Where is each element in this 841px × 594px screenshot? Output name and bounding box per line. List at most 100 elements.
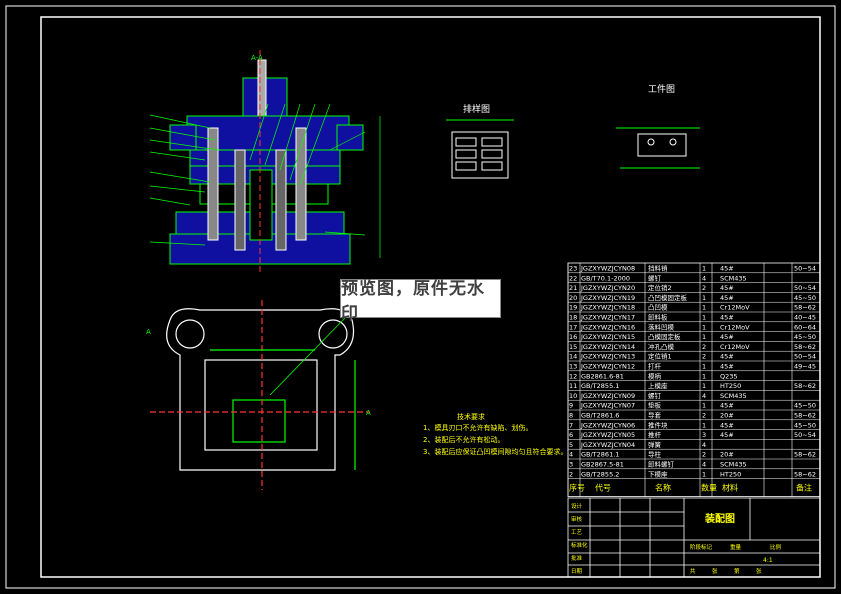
bom-cell-no: 18 (569, 314, 577, 322)
title-block-sub-label: 比例 (770, 543, 782, 551)
bom-cell-material: 20# (720, 451, 734, 459)
bom-cell-no: 19 (569, 304, 577, 312)
bom-header-cell: 代号 (595, 483, 611, 493)
bom-cell-code: GB2867.5-81 (581, 461, 624, 469)
bom-cell-material: 45# (720, 265, 734, 273)
bom-cell-qty: 1 (702, 382, 706, 390)
tech-req-item: 2、装配后不允许有松动。 (423, 435, 504, 444)
bom-cell-code: JGZXYWZJCYN19 (580, 294, 635, 302)
part-drawing-title: 工件图 (648, 83, 675, 95)
bom-cell-name: 弹簧 (648, 440, 662, 449)
bom-cell-note: 58~62 (794, 412, 816, 420)
bom-cell-no: 20 (569, 294, 577, 302)
bom-cell-name: 导套 (648, 411, 662, 420)
bom-cell-note: 45~50 (794, 421, 816, 429)
bom-cell-no: 17 (569, 323, 577, 331)
bom-cell-note: 45~50 (794, 294, 816, 302)
bom-cell-material: SCM435 (720, 461, 747, 469)
bom-cell-name: 定位销2 (648, 283, 672, 292)
bom-cell-no: 7 (569, 421, 573, 429)
bom-cell-note: 58~62 (794, 470, 816, 478)
bom-cell-qty: 1 (702, 372, 706, 380)
strip-layout (446, 119, 514, 179)
bom-cell-material: 45# (720, 431, 734, 439)
bom-cell-code: GB/T2855.2 (581, 470, 619, 478)
scale-value: 4:1 (763, 557, 773, 564)
bom-cell-qty: 3 (702, 431, 706, 439)
title-block-label: 工艺 (571, 529, 583, 536)
bom-header-cell: 材料 (722, 483, 738, 493)
section-label: A-A (251, 54, 263, 62)
bom-cell-note: 50~54 (794, 353, 816, 361)
bom-cell-material: 45# (720, 353, 734, 361)
section-view (149, 50, 381, 272)
watermark-overlay: 预览图，原件无水印 (340, 279, 501, 324)
title-block-sheet-label: 共 (690, 567, 696, 575)
title-block-label: 批准 (571, 554, 583, 562)
bom-cell-qty: 4 (702, 441, 706, 449)
bom-cell-code: GB/T2861.6 (581, 412, 619, 420)
bom-cell-note: 58~62 (794, 382, 816, 390)
title-block-sheet-label: 张 (712, 567, 718, 575)
bom-cell-no: 8 (569, 412, 573, 420)
bom-cell-no: 16 (569, 333, 577, 341)
title-block-sheet-label: 张 (756, 567, 762, 575)
bom-cell-no: 10 (569, 392, 577, 400)
bom-cell-qty: 1 (702, 402, 706, 410)
bom-cell-material: HT250 (720, 382, 741, 390)
bom-cell-qty: 1 (702, 314, 706, 322)
bom-cell-note: 45~50 (794, 333, 816, 341)
bom-cell-qty: 2 (702, 412, 706, 420)
title-block-sub-label: 重量 (730, 543, 742, 551)
bom-cell-note: 60~64 (794, 323, 816, 331)
bom-cell-note: 50~54 (794, 431, 816, 439)
guide-pillar-right (295, 127, 307, 241)
bom-cell-qty: 4 (702, 461, 706, 469)
bom-header-cell: 备注 (796, 483, 812, 493)
title-block-sub-label: 阶段标记 (690, 543, 713, 551)
bom-cell-qty: 1 (702, 470, 706, 478)
bom-cell-no: 2 (569, 470, 573, 478)
bom-cell-no: 9 (569, 402, 573, 410)
bom-cell-code: GB2861.6-81 (581, 372, 624, 380)
bom-cell-code: GB/T2861.1 (581, 451, 619, 459)
title-block-label: 标准化 (571, 541, 588, 549)
bom-cell-name: 模柄 (648, 371, 662, 380)
bom-cell-note: 50~54 (794, 284, 816, 292)
bom-cell-note: 58~62 (794, 451, 816, 459)
bom-cell-no: 11 (569, 382, 577, 390)
bom-cell-name: 冲孔凸模 (648, 342, 675, 351)
bom-cell-code: JGZXYWZJCYN13 (580, 353, 635, 361)
guide-pillar-left (207, 127, 219, 241)
bom-cell-no: 23 (569, 265, 577, 273)
bom-cell-name: 凸凹模固定板 (648, 293, 688, 302)
bom-cell-no: 15 (569, 343, 577, 351)
bom-cell-code: JGZXYWZJCYN16 (580, 323, 635, 331)
bom-header-cell: 序号 (569, 483, 585, 493)
bom-cell-name: 落料凹模 (648, 322, 675, 331)
bom-cell-material: Cr12MoV (720, 304, 750, 312)
bom-cell-note: 58~62 (794, 304, 816, 312)
bom-cell-note: 58~62 (794, 343, 816, 351)
bom-cell-name: 推件块 (648, 420, 668, 429)
bom-cell-code: JGZXYWZJCYN04 (580, 441, 635, 449)
bom-cell-code: JGZXYWZJCYN18 (580, 304, 635, 312)
bom-cell-material: 45# (720, 314, 734, 322)
plan-view (150, 300, 370, 490)
bom-cell-material: 45# (720, 294, 734, 302)
bom-cell-qty: 1 (702, 333, 706, 341)
bom-cell-material: 45# (720, 421, 734, 429)
bom-header-cell: 名称 (655, 483, 671, 493)
bom-cell-name: 挡料销 (648, 264, 668, 273)
bom-cell-code: JGZXYWZJCYN14 (580, 343, 635, 351)
bom-cell-material: 45# (720, 402, 734, 410)
title-block-label: 设计 (571, 502, 583, 510)
bom-cell-no: 3 (569, 461, 573, 469)
bom-cell-no: 13 (569, 363, 577, 371)
bom-cell-material: 45# (720, 333, 734, 341)
bom-cell-no: 6 (569, 431, 573, 439)
bom-cell-material: Q235 (720, 372, 738, 380)
title-block-title: 装配图 (704, 512, 735, 525)
bom-cell-code: GB/T2855.1 (581, 382, 619, 390)
bom-cell-no: 14 (569, 353, 577, 361)
